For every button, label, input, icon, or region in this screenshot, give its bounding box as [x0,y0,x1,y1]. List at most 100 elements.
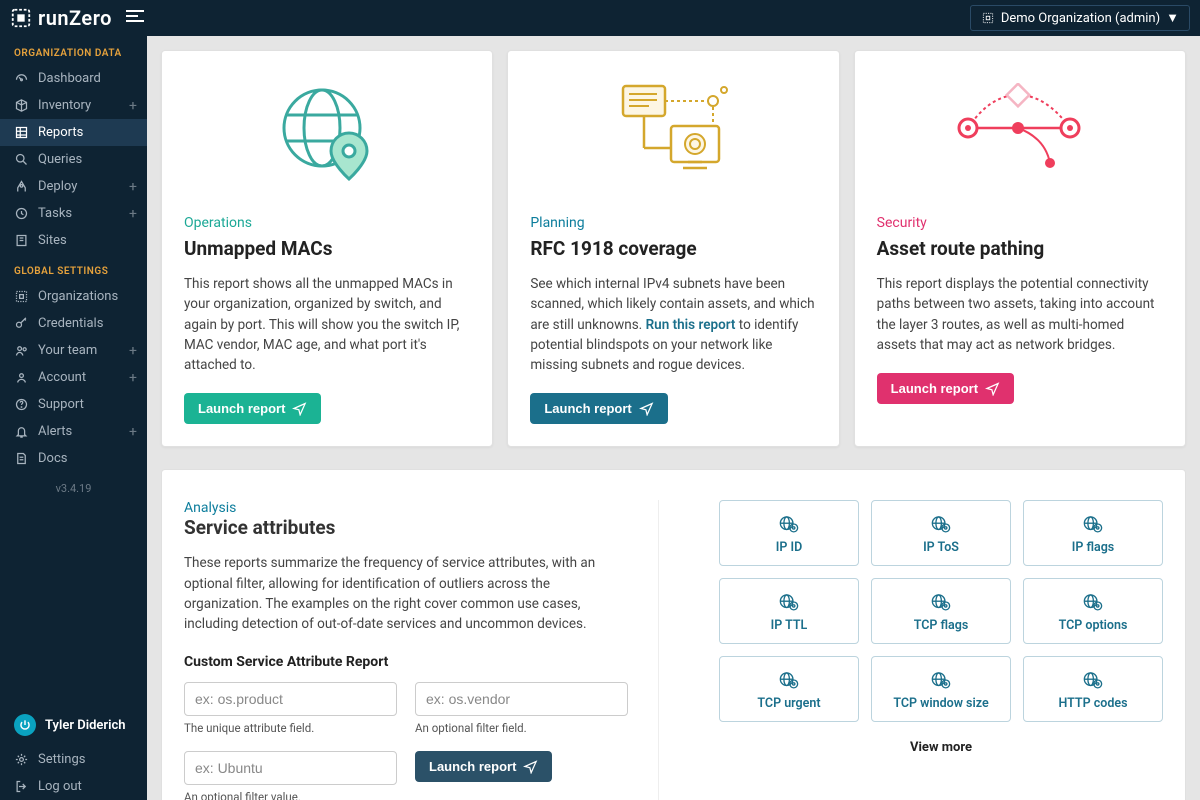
globe-gear-icon [930,670,952,690]
attr-tile-http-codes[interactable]: HTTP codes [1023,656,1163,722]
card-description: This report displays the potential conne… [877,274,1163,355]
sidebar-item-reports[interactable]: Reports [0,119,147,146]
grid-icon [14,125,29,140]
attr-tile-ip-flags[interactable]: IP flags [1023,500,1163,566]
sidebar-item-label: Dashboard [38,71,101,86]
tile-label: HTTP codes [1058,696,1127,711]
plus-icon[interactable]: + [129,179,137,195]
gauge-icon [14,71,29,86]
card-category: Analysis [184,500,628,516]
launch-report-button[interactable]: Launch report [877,373,1014,404]
org-icon [14,289,29,304]
globe-gear-icon [1082,670,1104,690]
plane-icon [639,401,654,416]
filter-field-input[interactable] [415,682,628,716]
attr-tile-ip-id[interactable]: IP ID [719,500,859,566]
plus-icon[interactable]: + [129,343,137,359]
sidebar-item-label: Sites [38,233,67,248]
brand-text: runZero [38,6,112,30]
version-label: v3.4.19 [0,472,147,505]
sidebar-item-label: Support [38,397,84,412]
sidebar-item-organizations[interactable]: Organizations [0,283,147,310]
gear-icon [14,752,29,767]
tile-label: IP ID [776,540,802,555]
sidebar-item-label: Settings [38,752,85,767]
attr-tile-tcp-urgent[interactable]: TCP urgent [719,656,859,722]
view-more-link[interactable]: View more [719,740,1163,755]
launch-report-button[interactable]: Launch report [415,751,552,782]
run-report-link[interactable]: Run this report [646,317,736,333]
globe-gear-icon [930,514,952,534]
sidebar-item-label: Your team [38,343,97,358]
filter-value-input[interactable] [184,751,397,785]
bell-icon [14,424,29,439]
network-illustration [530,73,816,193]
key-icon [14,316,29,331]
plus-icon[interactable]: + [129,424,137,440]
attribute-field-input[interactable] [184,682,397,716]
sidebar-item-credentials[interactable]: Credentials [0,310,147,337]
attr-tile-tcp-flags[interactable]: TCP flags [871,578,1011,644]
user-icon [14,370,29,385]
sidebar-item-label: Credentials [38,316,103,331]
sidebar-item-docs[interactable]: Docs [0,445,147,472]
attr-tile-tcp-window[interactable]: TCP window size [871,656,1011,722]
plane-icon [292,401,307,416]
sidebar-section-global: GLOBAL SETTINGS [0,254,147,283]
plus-icon[interactable]: + [129,98,137,114]
attr-tile-ip-ttl[interactable]: IP TTL [719,578,859,644]
globe-gear-icon [1082,592,1104,612]
field-helper: An optional filter field. [415,721,628,735]
report-card-operations: Operations Unmapped MACs This report sho… [161,50,493,447]
route-illustration [877,73,1163,193]
tile-label: TCP options [1059,618,1128,633]
card-category: Operations [184,215,470,231]
org-label: Demo Organization (admin) [1001,11,1160,26]
menu-toggle-icon[interactable] [126,9,144,27]
sidebar-item-queries[interactable]: Queries [0,146,147,173]
sidebar-item-deploy[interactable]: Deploy + [0,173,147,200]
sidebar-item-label: Alerts [38,424,72,439]
service-attributes-card: Analysis Service attributes These report… [161,469,1186,800]
plane-icon [985,381,1000,396]
sidebar-item-dashboard[interactable]: Dashboard [0,65,147,92]
logo-icon [10,7,32,29]
card-description: This report shows all the unmapped MACs … [184,274,470,375]
user-block[interactable]: Tyler Diderich [0,704,147,746]
report-card-planning: Planning RFC 1918 coverage See which int… [507,50,839,447]
card-title: RFC 1918 coverage [530,237,816,260]
sidebar-item-account[interactable]: Account + [0,364,147,391]
user-name: Tyler Diderich [45,718,126,733]
sidebar-item-sites[interactable]: Sites [0,227,147,254]
sidebar-item-logout[interactable]: Log out [0,773,147,800]
tile-label: TCP flags [914,618,969,633]
button-label: Launch report [429,759,516,774]
launch-report-button[interactable]: Launch report [184,393,321,424]
sidebar-section-org: ORGANIZATION DATA [0,36,147,65]
launch-report-button[interactable]: Launch report [530,393,667,424]
plus-icon[interactable]: + [129,206,137,222]
sidebar-item-settings[interactable]: Settings [0,746,147,773]
sidebar-item-label: Log out [38,779,82,794]
sidebar-item-label: Tasks [38,206,72,221]
card-category: Planning [530,215,816,231]
globe-gear-icon [1082,514,1104,534]
sidebar-item-support[interactable]: Support [0,391,147,418]
sidebar: ORGANIZATION DATA Dashboard Inventory + … [0,36,147,800]
sidebar-item-alerts[interactable]: Alerts + [0,418,147,445]
avatar [14,714,36,736]
button-label: Launch report [544,401,631,416]
plus-icon[interactable]: + [129,370,137,386]
search-icon [14,152,29,167]
field-helper: An optional filter value. [184,790,397,800]
sidebar-item-label: Organizations [38,289,118,304]
plane-icon [523,759,538,774]
attr-tile-ip-tos[interactable]: IP ToS [871,500,1011,566]
attr-tile-tcp-options[interactable]: TCP options [1023,578,1163,644]
sidebar-item-team[interactable]: Your team + [0,337,147,364]
sidebar-item-label: Reports [38,125,83,140]
sidebar-item-tasks[interactable]: Tasks + [0,200,147,227]
globe-pin-illustration [184,73,470,193]
sidebar-item-inventory[interactable]: Inventory + [0,92,147,119]
org-selector[interactable]: Demo Organization (admin) ▼ [970,5,1190,31]
